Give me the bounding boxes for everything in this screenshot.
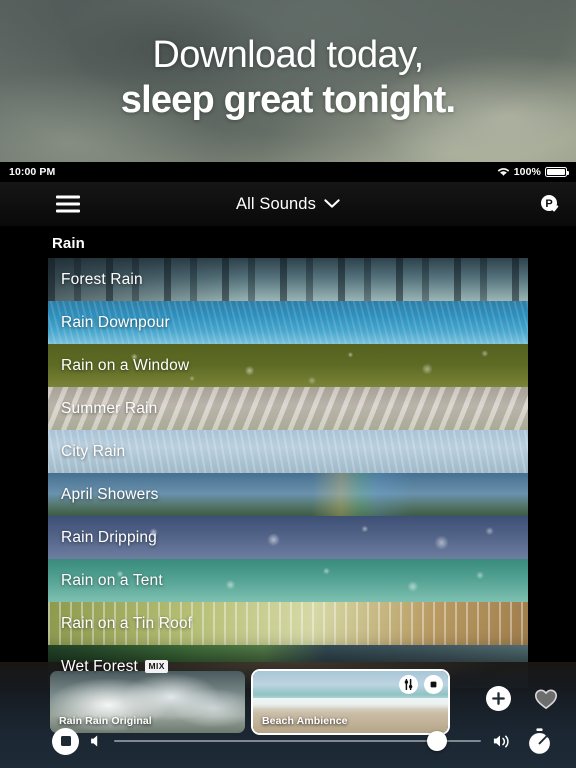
sound-list-item[interactable]: Forest Rain — [48, 258, 528, 301]
stop-square-icon — [430, 681, 437, 688]
sound-name-label: Forest Rain — [48, 271, 143, 289]
hamburger-menu-icon[interactable] — [56, 195, 80, 213]
app-screen: 10:00 PM 100% All Sounds P Rain Forest R… — [0, 162, 576, 768]
battery-percent-label: 100% — [513, 166, 541, 178]
sound-name-label: Summer Rain — [48, 400, 157, 418]
sound-name-text: Rain Downpour — [61, 313, 170, 331]
sound-name-label: Rain Downpour — [48, 314, 170, 332]
sleep-timer-button[interactable] — [524, 726, 554, 756]
chevron-down-icon — [324, 199, 340, 208]
dock-action-buttons — [486, 686, 559, 711]
favorite-button[interactable] — [533, 687, 559, 711]
sound-list-item[interactable]: April Showers — [48, 473, 528, 516]
heart-outline-icon — [535, 689, 557, 709]
sound-list-item[interactable]: Rain Downpour — [48, 301, 528, 344]
sound-list: Forest Rain Rain Downpour Rain on a Window… — [0, 258, 576, 688]
pro-check-badge-icon[interactable]: P — [538, 192, 562, 216]
sound-list-item[interactable]: City Rain — [48, 430, 528, 473]
sound-list-item[interactable]: Rain on a Tin Roof — [48, 602, 528, 645]
sound-name-label: Rain on a Tent — [48, 572, 163, 590]
transport-controls — [0, 722, 576, 760]
sound-name-text: Rain Dripping — [61, 528, 157, 546]
sound-name-text: City Rain — [61, 442, 126, 460]
sound-name-label: Rain on a Tin Roof — [48, 615, 192, 633]
sound-list-item[interactable]: Rain Dripping — [48, 516, 528, 559]
section-header-rain: Rain — [52, 235, 85, 252]
battery-full-icon — [545, 167, 569, 177]
slider-track — [114, 740, 481, 742]
sound-name-label: Rain Dripping — [48, 529, 157, 547]
nav-title-group[interactable]: All Sounds — [0, 195, 576, 214]
sound-list-item[interactable]: Rain on a Tent — [48, 559, 528, 602]
sound-list-item[interactable]: Summer Rain — [48, 387, 528, 430]
plus-icon — [492, 692, 505, 705]
sound-name-text: April Showers — [61, 485, 159, 503]
card-mixer-button[interactable] — [399, 675, 418, 694]
stop-all-button[interactable] — [52, 727, 79, 755]
sound-name-text: Forest Rain — [61, 270, 143, 288]
app-navigation-bar: All Sounds P — [0, 182, 576, 226]
sound-name-label: Wet Forest MIX — [48, 657, 169, 676]
slider-thumb[interactable] — [426, 731, 447, 751]
stopwatch-icon — [528, 727, 550, 754]
speaker-low-icon — [91, 735, 98, 747]
wifi-icon — [497, 168, 510, 176]
player-dock: Rain Rain Original Beach Ambience — [0, 662, 576, 768]
status-bar-time: 10:00 PM — [9, 166, 56, 178]
sound-name-text: Wet Forest — [61, 657, 139, 675]
promo-headline-line2: sleep great tonight. — [120, 78, 456, 121]
card-overlay-buttons — [399, 675, 443, 694]
sound-name-text: Rain on a Tent — [61, 571, 163, 589]
sliders-icon — [404, 678, 413, 691]
sound-list-item[interactable]: Rain on a Window — [48, 344, 528, 387]
sound-name-text: Summer Rain — [61, 399, 158, 417]
sound-name-label: City Rain — [48, 443, 125, 461]
add-sound-button[interactable] — [486, 686, 511, 711]
sound-name-text: Rain on a Window — [61, 356, 190, 374]
promo-headline-line1: Download today, — [152, 33, 424, 76]
master-volume-slider[interactable] — [114, 729, 481, 753]
sound-name-label: Rain on a Window — [48, 357, 189, 375]
mix-badge: MIX — [145, 660, 169, 673]
sound-name-label: April Showers — [48, 486, 159, 504]
speaker-high-icon — [493, 735, 509, 747]
card-stop-button[interactable] — [424, 675, 443, 694]
nav-title-label: All Sounds — [236, 194, 316, 213]
stop-square-icon — [60, 736, 71, 746]
card-name-label: Rain Rain Original — [59, 715, 152, 727]
promo-banner: Download today, sleep great tonight. — [0, 0, 576, 162]
card-name-label: Beach Ambience — [262, 715, 348, 727]
sound-name-text: Rain on a Tin Roof — [61, 614, 193, 632]
status-bar: 10:00 PM 100% — [0, 162, 576, 182]
